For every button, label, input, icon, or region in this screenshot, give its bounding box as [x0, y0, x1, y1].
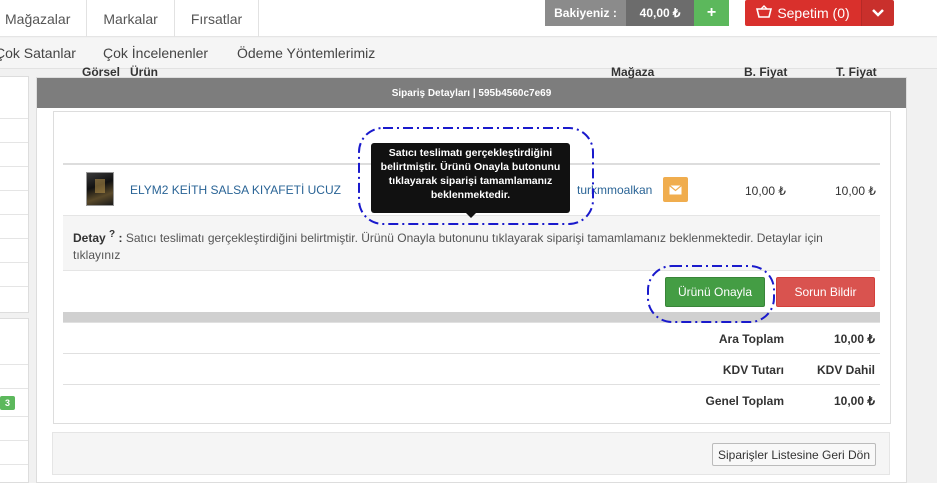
sidebar-panel: [0, 76, 29, 313]
divider: [0, 238, 28, 239]
header-total-price: T. Fiyat: [836, 65, 877, 79]
chevron-down-icon: [872, 6, 884, 20]
divider: [0, 364, 28, 365]
summary-label: Ara Toplam: [718, 332, 784, 346]
report-problem-button[interactable]: Sorun Bildir: [776, 277, 875, 307]
subnav-item-best-sellers[interactable]: Çok Satanlar: [0, 45, 76, 61]
divider: [0, 388, 28, 389]
cart-button[interactable]: Sepetim (0): [745, 0, 861, 26]
summary-row-subtotal: Ara Toplam 10,00 ₺: [63, 322, 880, 353]
cart-dropdown-toggle[interactable]: [861, 0, 894, 26]
summary-divider: [63, 312, 880, 322]
divider: [0, 416, 28, 417]
product-thumbnail[interactable]: [86, 172, 114, 206]
divider: [0, 286, 28, 287]
tooltip-arrow: [466, 213, 476, 218]
divider: [0, 142, 28, 143]
balance-label: Bakiyeniz :: [545, 0, 626, 26]
summary-value: KDV Dahil: [816, 363, 875, 377]
divider: [0, 464, 28, 465]
panel-title: Sipariş Detayları | 595b4560c7e69: [37, 78, 906, 108]
add-balance-button[interactable]: +: [694, 0, 729, 26]
nav-item-brands[interactable]: Markalar: [87, 0, 175, 37]
balance-value: 40,00 ₺: [626, 0, 694, 26]
nav-item-stores[interactable]: Mağazalar: [0, 0, 88, 37]
divider: [0, 440, 28, 441]
top-bar: Mağazalar Markalar Fırsatlar Bakiyeniz :…: [0, 0, 937, 37]
header-image: Görsel: [82, 65, 121, 79]
divider: [0, 262, 28, 263]
sidebar-panel-secondary: 3: [0, 318, 29, 483]
unit-price: 10,00 ₺: [745, 184, 786, 198]
envelope-icon: [669, 184, 682, 195]
divider: [0, 190, 28, 191]
top-nav: Mağazalar Markalar Fırsatlar: [0, 0, 260, 37]
cart-icon: [756, 4, 773, 22]
total-price: 10,00 ₺: [835, 184, 876, 198]
header-unit-price: B. Fiyat: [744, 65, 788, 79]
divider: [0, 214, 28, 215]
summary-value: 10,00 ₺: [834, 332, 875, 346]
header-product: Ürün: [130, 65, 158, 79]
confirm-product-button[interactable]: Ürünü Onayla: [665, 277, 765, 307]
summary-row-total: Genel Toplam 10,00 ₺: [63, 384, 880, 415]
tooltip: Satıcı teslimatı gerçekleştirdiğini beli…: [371, 143, 570, 213]
product-link[interactable]: ELYM2 KEİTH SALSA KIYAFETİ UCUZ: [130, 183, 341, 197]
balance-amount: 40,00: [639, 6, 670, 20]
message-store-button[interactable]: [663, 177, 688, 202]
back-to-orders-button[interactable]: Siparişler Listesine Geri Dön: [712, 443, 876, 466]
detail-label: Detay: [73, 231, 106, 245]
cart-label: Sepetim (0): [777, 5, 850, 21]
subnav-item-payment-methods[interactable]: Ödeme Yöntemlerimiz: [237, 45, 375, 61]
subnav-item-most-viewed[interactable]: Çok İncelenenler: [103, 45, 208, 61]
summary-label: Genel Toplam: [705, 394, 784, 408]
detail-text: Satıcı teslimatı gerçekleştirdiğini beli…: [73, 231, 823, 262]
store-link[interactable]: turkmmoalkan: [577, 183, 652, 197]
order-detail-note[interactable]: Detay ? : Satıcı teslimatı gerçekleştird…: [63, 215, 880, 271]
summary-row-vat: KDV Tutarı KDV Dahil: [63, 353, 880, 384]
help-icon[interactable]: ?: [109, 229, 115, 240]
count-badge: 3: [0, 396, 15, 410]
divider: [0, 118, 28, 119]
summary-label: KDV Tutarı: [722, 363, 784, 377]
nav-item-deals[interactable]: Fırsatlar: [175, 0, 260, 37]
summary-value: 10,00 ₺: [834, 394, 875, 408]
divider: [0, 166, 28, 167]
currency-symbol: ₺: [672, 6, 681, 20]
header-store: Mağaza: [611, 65, 655, 79]
